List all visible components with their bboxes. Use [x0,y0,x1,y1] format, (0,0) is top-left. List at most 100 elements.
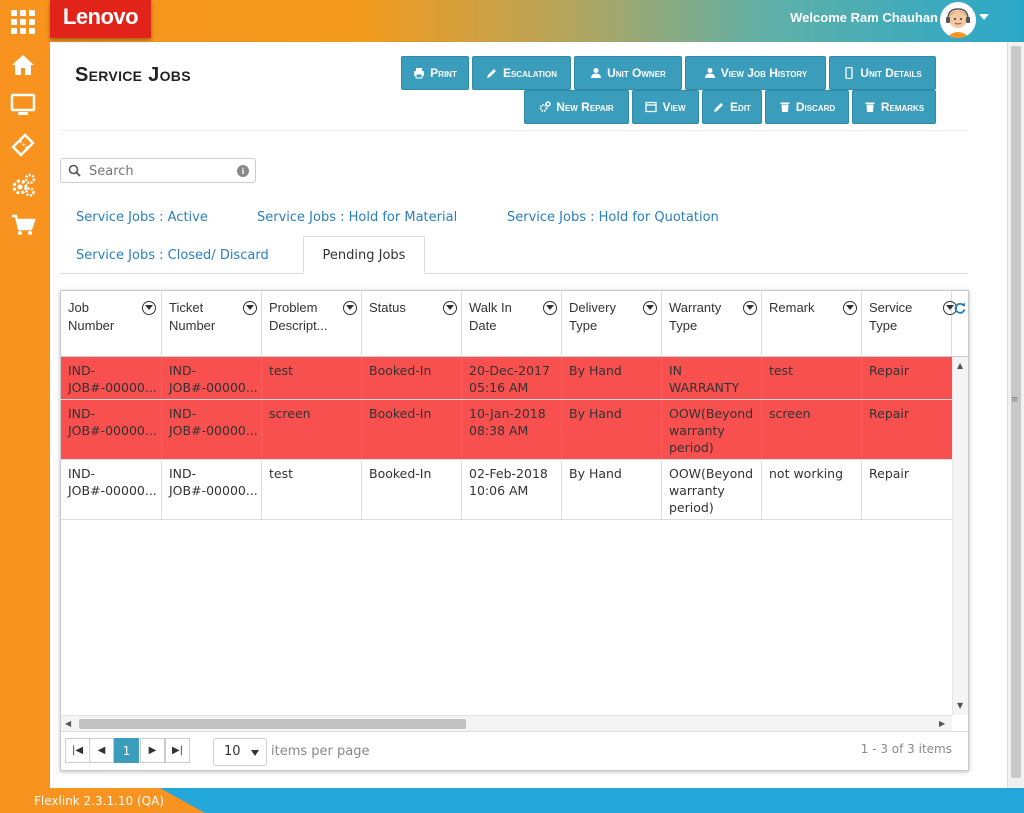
window-icon [645,101,658,113]
table-row[interactable]: IND-JOB#-00000... IND-JOB#-00000... test… [61,357,952,400]
page-number-button[interactable]: 1 [114,738,139,763]
sidebar [0,42,50,813]
tab-pending-jobs[interactable]: Pending Jobs [303,236,425,274]
info-icon[interactable]: i [237,165,249,177]
tab-service-jobs-active[interactable]: Service Jobs : Active [76,210,208,225]
column-header-problem-description[interactable]: Problem Descript... [262,291,362,356]
cell-service-type: Repair [869,363,910,378]
refresh-icon[interactable] [953,301,967,315]
monitor-icon[interactable] [10,92,36,118]
view-job-history-button[interactable]: View Job History [685,56,826,90]
print-button[interactable]: Print [401,56,469,90]
filter-icon[interactable] [343,301,357,315]
unit-owner-button[interactable]: Unit Owner [574,56,682,90]
next-page-button[interactable]: ▶ [140,738,165,763]
filter-icon[interactable] [843,301,857,315]
grid-header: Job Number Ticket Number Problem Descrip… [61,291,968,357]
scroll-left-icon[interactable]: ◀ [65,719,71,728]
tab-closed-discard[interactable]: Service Jobs : Closed/ Discard [76,248,269,263]
column-header-label: Ticket Number [169,300,216,333]
cell-ticket-number: IND-JOB#-00000... [162,460,262,519]
discard-button[interactable]: Discard [765,90,849,124]
cell-remark: test [762,357,862,399]
cell-problem: test [262,357,362,399]
column-header-ticket-number[interactable]: Ticket Number [162,291,262,356]
jobs-grid: Job Number Ticket Number Problem Descrip… [60,290,969,771]
view-button[interactable]: View [632,90,699,124]
column-header-warranty-type[interactable]: Warranty Type [662,291,762,356]
last-page-button[interactable]: ▶| [165,738,190,763]
column-header-job-number[interactable]: Job Number [61,291,162,356]
pencil-icon [714,103,724,112]
user-avatar[interactable] [940,2,976,38]
cell-warranty-type: IN WARRANTY [662,357,762,399]
cell-remark: screen [762,400,862,459]
gears-icon[interactable] [10,172,36,198]
table-row[interactable]: IND-JOB#-00000... IND-JOB#-00000... scre… [61,400,952,460]
page-scroll-thumb[interactable] [1011,46,1021,778]
column-header-label: Service Type [869,300,913,333]
column-header-status[interactable]: Status [362,291,462,356]
view-job-history-label: View Job History [720,66,808,80]
edit-label: Edit [730,100,751,114]
user-icon [704,68,715,78]
filter-icon[interactable] [743,301,757,315]
scroll-right-icon[interactable]: ▶ [939,719,945,728]
grid-vertical-scrollbar[interactable]: ▲ ▼ [952,357,968,715]
discard-label: Discard [795,100,836,114]
filter-icon[interactable] [543,301,557,315]
filter-icon[interactable] [443,301,457,315]
prev-page-button[interactable]: ◀ [89,738,114,763]
column-header-label: Delivery Type [569,300,616,333]
version-text: Flexlink 2.3.1.10 (QA) [34,794,164,808]
cell-service-type: Repair [869,406,910,421]
cell-job-number: IND-JOB#-00000... [61,400,162,459]
new-repair-button[interactable]: New Repair [524,90,629,124]
remarks-button[interactable]: Remarks [852,90,936,124]
search-input[interactable] [89,162,229,180]
app-grid-icon[interactable] [11,10,35,34]
cell-problem: test [262,460,362,519]
page-vertical-scrollbar[interactable] [1007,42,1024,788]
cart-icon[interactable] [10,212,36,238]
page-size-select[interactable]: 10 [213,738,267,766]
footer: Flexlink 2.3.1.10 (QA) [0,788,1024,813]
horizontal-scroll-thumb[interactable] [79,719,466,729]
filter-icon[interactable] [142,301,156,315]
mobile-icon [845,67,853,79]
item-count: 1 - 3 of 3 items [860,742,952,756]
scroll-down-icon[interactable]: ▼ [957,701,963,710]
home-icon[interactable] [10,52,36,78]
tab-hold-for-material[interactable]: Service Jobs : Hold for Material [257,210,457,225]
cell-warranty-type: OOW(Beyond warranty period) [662,460,762,519]
tab-hold-for-quotation[interactable]: Service Jobs : Hold for Quotation [507,210,719,225]
cell-status: Booked-In [362,460,462,519]
filter-icon[interactable] [643,301,657,315]
column-header-remark[interactable]: Remark [762,291,862,356]
column-header-walk-in-date[interactable]: Walk In Date [462,291,562,356]
column-header-label: Status [369,300,406,315]
cell-job-number: IND-JOB#-00000... [61,357,162,399]
column-header-delivery-type[interactable]: Delivery Type [562,291,662,356]
column-header-label: Problem Descript... [269,300,328,333]
column-header-label: Warranty Type [669,300,722,333]
user-menu-chevron-down-icon[interactable] [979,14,989,20]
chevron-down-icon [251,750,259,756]
scroll-grip-icon: ≡ [1011,395,1019,405]
escalation-button[interactable]: Escalation [472,56,571,90]
table-row[interactable]: IND-JOB#-00000... IND-JOB#-00000... test… [61,460,952,520]
filter-icon[interactable] [243,301,257,315]
ticket-icon[interactable] [10,132,36,158]
edit-button[interactable]: Edit [702,90,762,124]
print-label: Print [430,66,457,80]
lenovo-logo: Lenovo [50,0,151,38]
print-icon [414,68,425,79]
unit-details-button[interactable]: Unit Details [829,56,936,90]
column-header-service-type[interactable]: Service Type [862,291,957,356]
first-page-button[interactable]: |◀ [65,738,90,763]
tab-divider [60,273,968,274]
column-header-label: Walk In Date [469,300,512,333]
grid-horizontal-scrollbar[interactable]: ◀ ▶ [61,715,952,731]
scroll-up-icon[interactable]: ▲ [957,361,963,370]
search-box[interactable]: i [60,158,256,183]
